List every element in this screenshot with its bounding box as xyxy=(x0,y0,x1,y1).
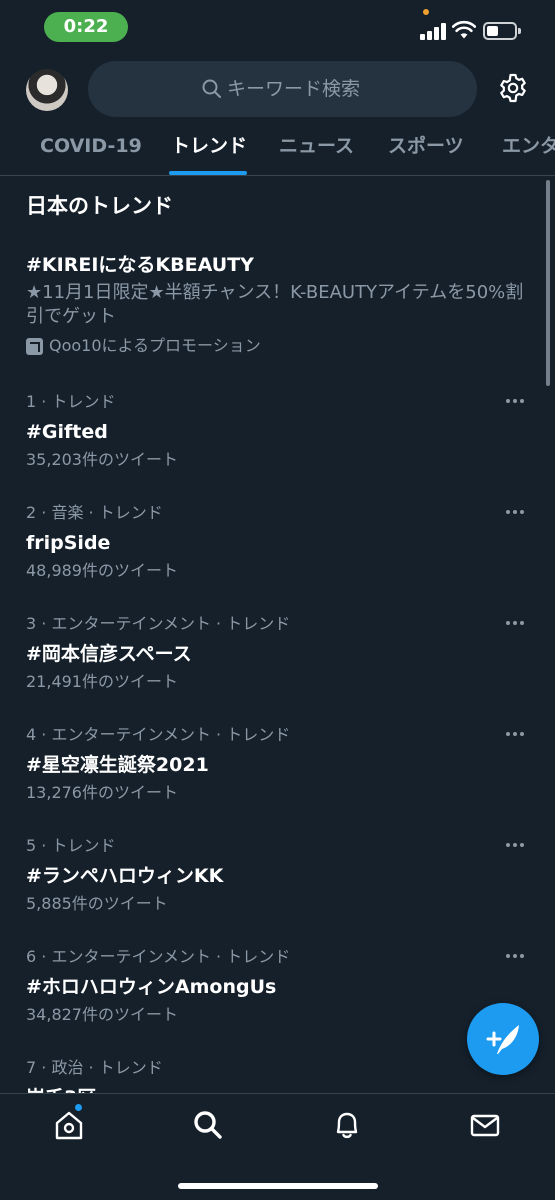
battery-icon xyxy=(483,22,521,40)
scrollbar[interactable] xyxy=(546,180,550,386)
promoted-trend[interactable]: #KIREIになるKBEAUTY ★11月1日限定★半額チャンス！K-BEAUT… xyxy=(26,252,526,357)
mail-icon[interactable] xyxy=(468,1108,502,1142)
promo-title: #KIREIになるKBEAUTY xyxy=(26,254,254,276)
more-icon[interactable] xyxy=(506,399,526,405)
trend-item[interactable]: 2 · 音楽 · トレンド fripSide 48,989件のツイート xyxy=(0,502,555,613)
status-bar: 0:22 xyxy=(0,0,555,56)
promo-by-text: Qoo10によるプロモーション xyxy=(49,336,261,355)
tab-entertainment[interactable]: エンタ xyxy=(502,134,555,158)
trend-name: fripSide xyxy=(26,532,111,554)
trend-meta: 3 · エンターテインメント · トレンド xyxy=(26,614,291,633)
more-icon[interactable] xyxy=(506,621,526,627)
trend-count: 34,827件のツイート xyxy=(26,1005,178,1024)
trend-item[interactable]: 1 · トレンド #Gifted 35,203件のツイート xyxy=(0,391,555,502)
tab-previous-partial[interactable]: 9 xyxy=(0,134,1,158)
trend-item[interactable]: 4 · エンターテインメント · トレンド #星空凛生誕祭2021 13,276… xyxy=(0,724,555,835)
wifi-icon xyxy=(452,20,476,39)
trend-meta: 6 · エンターテインメント · トレンド xyxy=(26,947,291,966)
active-tab-indicator xyxy=(169,171,247,175)
promo-attribution: Qoo10によるプロモーション xyxy=(26,335,526,357)
trend-name: #岡本信彦スペース xyxy=(26,643,192,665)
search-icon[interactable] xyxy=(191,1108,225,1142)
promo-description: ★11月1日限定★半額チャンス！K-BEAUTYアイテムを50%割引でゲット xyxy=(26,282,524,327)
bottom-tab-bar xyxy=(0,1093,555,1200)
search-input[interactable]: キーワード検索 xyxy=(88,61,477,117)
bell-icon[interactable] xyxy=(330,1108,364,1142)
trend-name: #ランペハロウィンKK xyxy=(26,865,224,887)
trend-meta: 1 · トレンド xyxy=(26,392,116,411)
trend-count: 21,491件のツイート xyxy=(26,672,178,691)
trend-meta: 7 · 政治 · トレンド xyxy=(26,1058,163,1077)
trend-count: 48,989件のツイート xyxy=(26,561,178,580)
trend-meta: 4 · エンターテインメント · トレンド xyxy=(26,725,291,744)
trend-count: 5,885件のツイート xyxy=(26,894,168,913)
promoted-icon xyxy=(26,337,43,355)
trend-meta: 5 · トレンド xyxy=(26,836,116,855)
compose-tweet-icon xyxy=(486,1025,519,1054)
trend-name: #Gifted xyxy=(26,421,108,443)
tab-news[interactable]: ニュース xyxy=(279,134,354,158)
search-placeholder: キーワード検索 xyxy=(227,78,361,100)
more-icon[interactable] xyxy=(506,732,526,738)
gear-icon[interactable] xyxy=(497,72,529,104)
trend-name: #星空凛生誕祭2021 xyxy=(26,754,209,776)
explore-tabs: 9 COVID-19 トレンド ニュース スポーツ エンタ xyxy=(0,122,555,176)
home-icon[interactable] xyxy=(52,1108,86,1142)
tab-trends[interactable]: トレンド xyxy=(171,134,247,158)
tab-covid19[interactable]: COVID-19 xyxy=(40,134,142,158)
trend-count: 35,203件のツイート xyxy=(26,450,178,469)
status-time[interactable]: 0:22 xyxy=(44,12,128,42)
home-indicator[interactable] xyxy=(178,1183,378,1189)
section-title: 日本のトレンド xyxy=(26,194,173,218)
privacy-indicator-dot xyxy=(423,9,429,15)
trend-item[interactable]: 3 · エンターテインメント · トレンド #岡本信彦スペース 21,491件の… xyxy=(0,613,555,724)
search-icon xyxy=(202,79,221,98)
profile-avatar[interactable] xyxy=(26,69,68,111)
trend-meta: 2 · 音楽 · トレンド xyxy=(26,503,163,522)
compose-tweet-button[interactable] xyxy=(467,1003,539,1075)
trend-name: #ホロハロウィンAmongUs xyxy=(26,976,277,998)
cellular-signal-icon xyxy=(420,22,446,40)
trend-item[interactable]: 5 · トレンド #ランペハロウィンKK 5,885件のツイート xyxy=(0,835,555,946)
home-notification-dot xyxy=(75,1104,82,1111)
more-icon[interactable] xyxy=(506,510,526,516)
more-icon[interactable] xyxy=(506,843,526,849)
trend-count: 13,276件のツイート xyxy=(26,783,178,802)
more-icon[interactable] xyxy=(506,954,526,960)
tab-sports[interactable]: スポーツ xyxy=(388,134,464,158)
